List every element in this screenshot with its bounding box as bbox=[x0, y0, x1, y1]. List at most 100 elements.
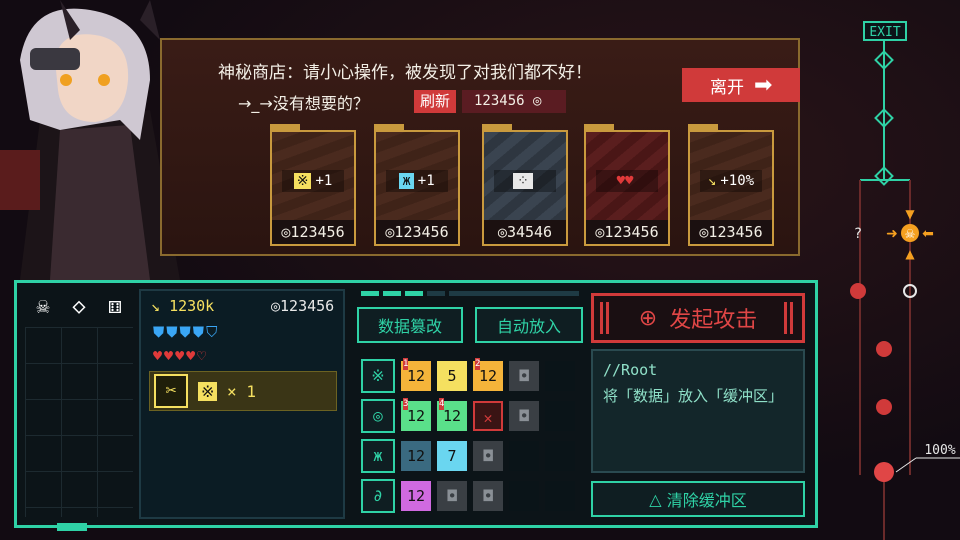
data-chip[interactable]: 7 bbox=[437, 441, 467, 471]
panel-corner bbox=[57, 523, 87, 531]
auto-place-button[interactable]: 自动放入 bbox=[475, 307, 583, 343]
data-chip[interactable]: 12 bbox=[401, 481, 431, 511]
money-value: ◎123456 bbox=[271, 297, 335, 315]
empty-slot bbox=[545, 481, 575, 511]
buffer-row: ※ 12 1 5 12 2 ◘ bbox=[357, 357, 583, 395]
heart-icon: ♥ bbox=[164, 347, 176, 365]
shop-subtitle: →_→没有想要的？ bbox=[238, 94, 369, 113]
row-type-icon[interactable]: ж bbox=[361, 439, 395, 473]
card-price-value: 123456 bbox=[604, 223, 659, 241]
cursor-icon: ↘ bbox=[707, 173, 717, 189]
shield-icon: ⛉ bbox=[206, 323, 220, 341]
skull-icon[interactable]: ☠ bbox=[29, 293, 57, 321]
hand-slot: ✂ ※ × 1 bbox=[149, 371, 337, 411]
enemy-node[interactable] bbox=[876, 399, 892, 415]
refresh-button[interactable]: 刷新 bbox=[414, 90, 457, 113]
lock-icon[interactable]: ◘ bbox=[437, 481, 467, 511]
card-price-value: 123456 bbox=[290, 223, 345, 241]
pip bbox=[449, 291, 579, 296]
card-tab bbox=[374, 124, 404, 132]
chip-value: 7 bbox=[447, 447, 457, 465]
pip bbox=[361, 291, 379, 296]
shop-card-4[interactable]: ♥♥ ◎123456 bbox=[584, 124, 670, 246]
lock-icon[interactable]: ◘ bbox=[509, 361, 539, 391]
gold-chip-icon: ※ bbox=[293, 173, 312, 189]
unknown-node[interactable]: ? bbox=[854, 226, 862, 242]
leave-button[interactable]: 离开 ➡ bbox=[682, 68, 800, 102]
refresh-cost-value: 123456 bbox=[474, 93, 525, 109]
crosshair-icon: ⊕ bbox=[638, 305, 658, 331]
shield-icon: ⛊ bbox=[192, 323, 207, 341]
shield-icon: ⛊ bbox=[153, 323, 167, 341]
data-chip[interactable]: 5 bbox=[437, 361, 467, 391]
shop-card-5[interactable]: ↘ +10% ◎123456 bbox=[688, 124, 774, 246]
inventory-grid[interactable] bbox=[25, 327, 133, 517]
buffer-row: ж 12 7 ◘ bbox=[357, 437, 583, 475]
card-item: ♥♥ bbox=[596, 170, 658, 192]
power-label: 1230k bbox=[169, 297, 215, 315]
shop-card-3[interactable]: ⁘ ◎34546 bbox=[482, 124, 568, 246]
blocked-cell-icon[interactable]: ✕ bbox=[473, 401, 503, 431]
double-heart-icon: ♥♥ bbox=[616, 173, 634, 189]
card-price-value: 123456 bbox=[708, 223, 763, 241]
data-chip[interactable]: 12 bbox=[401, 441, 431, 471]
diamond-icon[interactable]: ◇ bbox=[65, 293, 93, 321]
heart-icon: ♥ bbox=[186, 347, 198, 365]
heart-icon: ♡ bbox=[197, 347, 209, 365]
data-chip[interactable]: 12 4 bbox=[437, 398, 467, 431]
row-type-icon[interactable]: ◎ bbox=[361, 399, 395, 433]
data-chip[interactable]: 12 2 bbox=[473, 358, 503, 391]
card-item: ↘ +10% bbox=[700, 170, 762, 192]
game-screen: 神秘商店：请小心操作，被发现了对我们都不好！ →_→没有想要的？ 刷新 1234… bbox=[0, 0, 960, 540]
empty-slot bbox=[509, 481, 539, 511]
program-card[interactable]: ✂ bbox=[154, 374, 188, 408]
boss-node[interactable] bbox=[874, 462, 894, 482]
chip-value: 12 bbox=[406, 487, 426, 505]
data-chip[interactable]: 12 1 bbox=[401, 358, 431, 391]
row-type-icon[interactable]: ※ bbox=[361, 359, 395, 393]
lock-icon[interactable]: ◘ bbox=[473, 481, 503, 511]
card-tab bbox=[584, 124, 614, 132]
enemy-node[interactable] bbox=[850, 283, 866, 299]
empty-slot bbox=[545, 441, 575, 471]
route-map: EXIT ? ☠ ➜ ⬅ ▼ ▲ 100% bbox=[850, 21, 960, 540]
attack-button[interactable]: ⊕ 发起攻击 bbox=[591, 293, 805, 343]
arrow-right-icon: ➜ bbox=[886, 226, 898, 242]
gold-chip-icon: ※ bbox=[198, 382, 218, 401]
hack-panel: ☠ ◇ ⚅ ↘ 1230k ◎123456 ⛊⛊⛊⛊⛉ ♥♥♥♥♡ ✂ ※ × … bbox=[14, 280, 818, 531]
leave-label: 离开 bbox=[710, 77, 744, 98]
chip-value: 12 bbox=[406, 407, 426, 425]
boss-progress: 100% bbox=[924, 443, 955, 458]
data-tamper-button[interactable]: 数据篡改 bbox=[357, 307, 463, 343]
arrow-left-icon: ⬅ bbox=[922, 226, 934, 242]
row-type-icon[interactable]: ∂ bbox=[361, 479, 395, 513]
card-price: ◎123456 bbox=[586, 220, 668, 244]
card-tab bbox=[482, 124, 512, 132]
card-item-label: +1 bbox=[417, 173, 435, 189]
chip-value: 12 bbox=[478, 367, 498, 385]
card-item: ж +1 bbox=[386, 170, 448, 192]
dice-icon[interactable]: ⚅ bbox=[101, 293, 129, 321]
card-price: ◎123456 bbox=[376, 220, 458, 244]
card-price-value: 123456 bbox=[394, 223, 449, 241]
data-chip[interactable]: 12 3 bbox=[401, 398, 431, 431]
recycle-icon: △ bbox=[649, 489, 662, 509]
lock-icon[interactable]: ◘ bbox=[509, 401, 539, 431]
card-tab bbox=[270, 124, 300, 132]
secret-shop-panel: 神秘商店：请小心操作，被发现了对我们都不好！ →_→没有想要的？ 刷新 1234… bbox=[160, 38, 800, 256]
clear-buffer-button[interactable]: △ 清除缓冲区 bbox=[591, 481, 805, 517]
buffer-row: ◎ 12 3 12 4 ✕ ◘ bbox=[357, 397, 583, 435]
card-price: ◎34546 bbox=[484, 220, 566, 244]
chip-value: 5 bbox=[447, 367, 457, 385]
heart-icon: ♥ bbox=[175, 347, 187, 365]
refresh-cost: 123456 ◎ bbox=[462, 90, 566, 113]
shop-card-2[interactable]: ж +1 ◎123456 bbox=[374, 124, 460, 246]
chip-value: 12 bbox=[406, 367, 426, 385]
inventory-slots: ☠ ◇ ⚅ bbox=[25, 289, 133, 519]
shop-card-1[interactable]: ※ +1 ◎123456 bbox=[270, 124, 356, 246]
lock-icon[interactable]: ◘ bbox=[473, 441, 503, 471]
shop-title: 神秘商店：请小心操作，被发现了对我们都不好！ bbox=[218, 63, 592, 83]
enemy-node[interactable] bbox=[876, 341, 892, 357]
skull-icon: ☠ bbox=[905, 227, 916, 241]
card-price: ◎123456 bbox=[272, 220, 354, 244]
